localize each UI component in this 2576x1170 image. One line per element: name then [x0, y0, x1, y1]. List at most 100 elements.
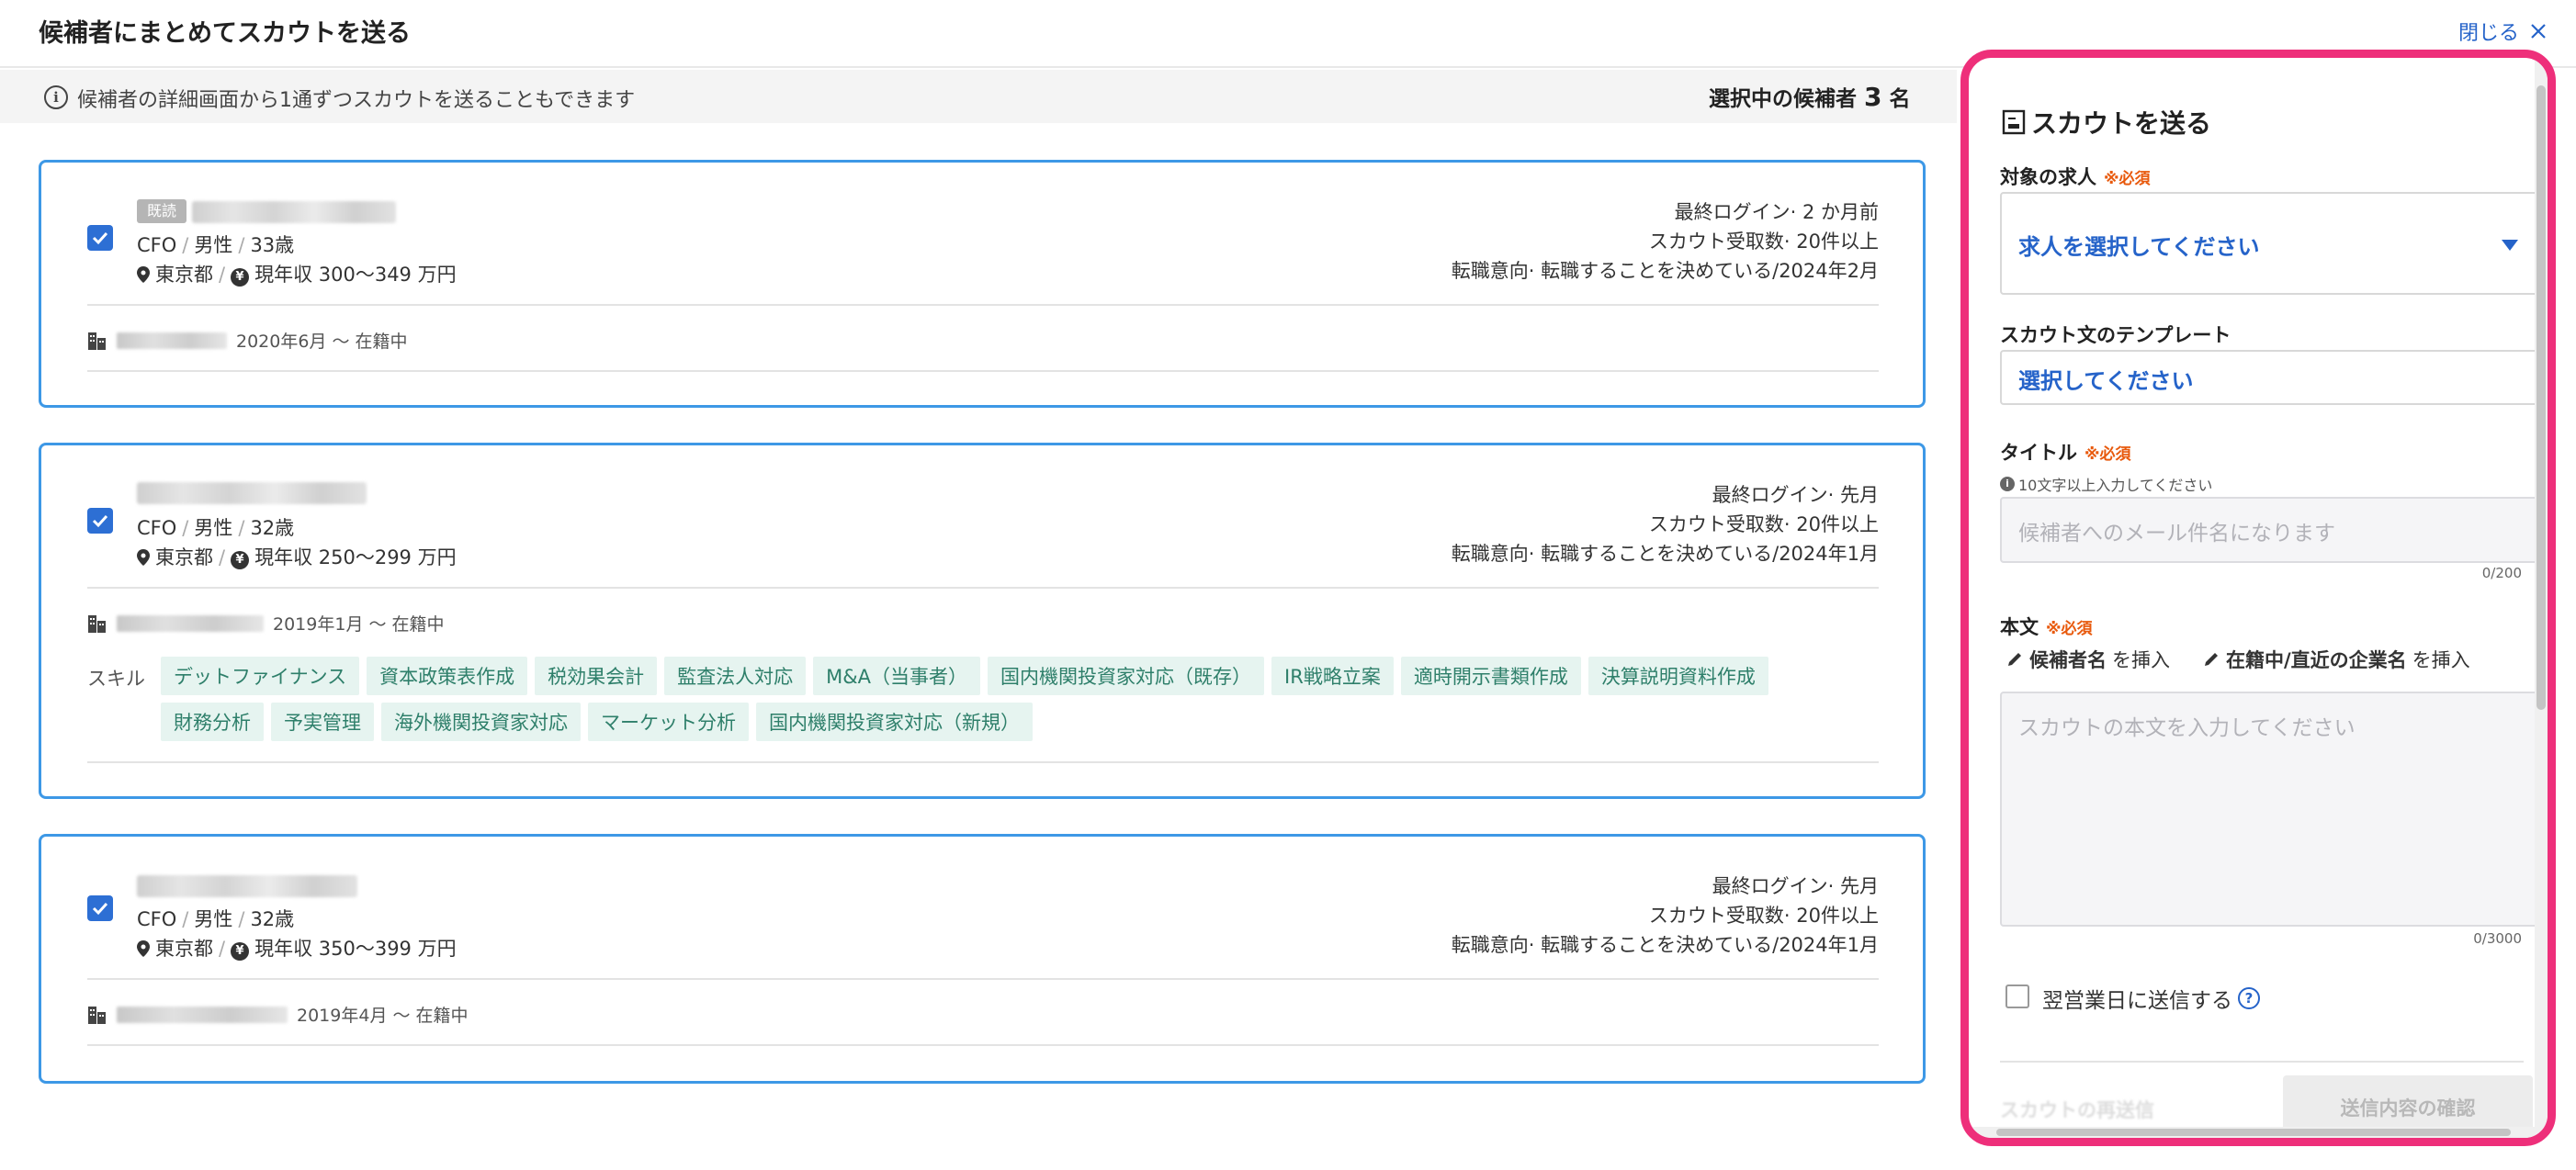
panel-horizontal-scrollbar[interactable] [1969, 1127, 2548, 1138]
read-badge: 既読 [137, 199, 186, 223]
info-bar: i 候補者の詳細画面から1通ずつスカウトを送ることもできます [0, 70, 1957, 123]
selected-suffix: 名 [1889, 87, 1911, 111]
divider [87, 370, 1879, 372]
info-icon: i [44, 85, 68, 109]
template-select-placeholder: 選択してください [2018, 368, 2194, 394]
skill-tag: M&A（当事者） [813, 657, 981, 695]
yen-icon: ¥ [231, 268, 250, 287]
caret-down-icon [2502, 240, 2518, 251]
candidate-checkbox[interactable] [87, 225, 113, 251]
company-period: 2019年1月 〜 在籍中 [273, 614, 445, 635]
candidate-checkbox[interactable] [87, 895, 113, 921]
selected-prefix: 選択中の候補者 [1709, 87, 1857, 111]
close-label: 閉じる [2457, 22, 2519, 45]
panel-title: スカウトを送る [2002, 104, 2211, 141]
template-select[interactable]: 選択してください [2000, 350, 2548, 405]
skill-tag: 財務分析 [161, 703, 264, 741]
candidate-name[interactable] [137, 875, 357, 897]
last-login: 最終ログイン· 先月 [1712, 875, 1879, 897]
candidate-name[interactable] [192, 201, 396, 223]
candidate-checkbox[interactable] [87, 508, 113, 534]
divider [87, 587, 1879, 589]
skill-tag: 資本政策表作成 [367, 657, 528, 695]
close-icon [2531, 24, 2546, 39]
panel-vertical-scrollbar[interactable] [2535, 58, 2548, 1138]
company-period: 2019年4月 〜 在籍中 [297, 1006, 469, 1026]
selected-number: 3 [1864, 82, 1882, 112]
candidate-meta: 最終ログイン· 2 か月前 スカウト受取数· 20件以上 転職意向· 転職するこ… [1452, 197, 1879, 286]
checkbox-checked-icon [92, 231, 108, 245]
building-icon [88, 614, 106, 633]
job-intent: 転職意向· 転職することを決めている/2024年1月 [1451, 543, 1879, 565]
company-name [117, 614, 264, 632]
close-button[interactable]: 閉じる [2458, 17, 2548, 46]
candidate-location-salary: 東京都 / ¥ 現年収 350〜399 万円 [137, 934, 457, 962]
candidate-name[interactable] [137, 482, 367, 504]
divider [87, 978, 1879, 980]
skill-tag: 税効果会計 [535, 657, 658, 695]
skills-list: デットファイナンス 資本政策表作成 税効果会計 監査法人対応 M&A（当事者） 国内機関投… [161, 657, 1870, 741]
company-row: 2020年6月 〜 在籍中 [87, 328, 408, 353]
scroll-thumb[interactable] [1996, 1129, 2511, 1136]
required-mark: ※必須 [2046, 620, 2093, 638]
skills-label: スキル [87, 668, 145, 690]
yen-icon: ¥ [231, 942, 250, 961]
candidate-profile: CFO / 男性/32歳 [137, 908, 295, 930]
candidate-meta: 最終ログイン· 先月 スカウト受取数· 20件以上 転職意向· 転職することを決… [1452, 872, 1879, 960]
divider [87, 1044, 1879, 1046]
location-pin-icon [137, 266, 150, 283]
insert-candidate-name-button[interactable]: 候補者名 を挿入 [2005, 646, 2170, 673]
info-icon: i [2000, 477, 2015, 491]
required-mark: ※必須 [2104, 170, 2151, 188]
next-day-label: 翌営業日に送信する ? [2042, 983, 2260, 1014]
template-label: スカウト文のテンプレート [2000, 324, 2231, 346]
info-text: 候補者の詳細画面から1通ずつスカウトを送ることもできます [77, 89, 636, 112]
skill-tag: 監査法人対応 [664, 657, 807, 695]
divider [2000, 1061, 2524, 1063]
scout-panel: スカウトを送る 対象の求人 ※必須 求人を選択してください スカウト文のテンプレー… [1960, 50, 2556, 1146]
location-pin-icon [137, 940, 150, 957]
skill-tag: 国内機関投資家対応（既存） [988, 657, 1265, 695]
scout-count: スカウト受取数· 20件以上 [1648, 905, 1879, 927]
title-label: タイトル ※必須 [2000, 442, 2131, 464]
title-input[interactable]: 候補者へのメール件名になります [2000, 497, 2538, 563]
company-name [117, 332, 227, 349]
body-label: 本文 ※必須 [2000, 616, 2093, 638]
candidate-card: 既読 CFO / 男性/33歳 東京都 / ¥ 現年収 300〜349 万円 最終ログイン… [39, 160, 1926, 408]
job-select[interactable]: 求人を選択してください [2000, 192, 2538, 295]
checkbox-checked-icon [92, 902, 108, 916]
candidate-meta: 最終ログイン· 先月 スカウト受取数· 20件以上 転職意向· 転職することを決… [1452, 480, 1879, 568]
required-mark: ※必須 [2085, 445, 2131, 464]
pencil-icon [2205, 653, 2218, 666]
skill-tag: 予実管理 [271, 703, 374, 741]
candidate-profile: CFO / 男性/33歳 [137, 234, 295, 256]
title-hint: i 10文字以上入力してください [2000, 473, 2212, 495]
company-row: 2019年4月 〜 在籍中 [87, 1002, 469, 1027]
candidate-card: CFO / 男性/32歳 東京都 / ¥ 現年収 250〜299 万円 最終ログイン· 先… [39, 443, 1926, 799]
divider [87, 761, 1879, 763]
resend-label: スカウトの再送信 [2000, 1099, 2154, 1121]
insert-company-name-button[interactable]: 在籍中/直近の企業名 を挿入 [2202, 646, 2470, 673]
location-pin-icon [137, 549, 150, 566]
body-textarea[interactable]: スカウトの本文を入力してください [2000, 692, 2538, 927]
candidate-profile: CFO / 男性/32歳 [137, 517, 295, 539]
skill-tag: 国内機関投資家対応（新規） [756, 703, 1033, 741]
scroll-thumb[interactable] [2536, 85, 2546, 710]
selected-count: 選択中の候補者 3 名 [1709, 81, 1911, 112]
company-name [117, 1006, 288, 1023]
divider [87, 304, 1879, 306]
help-icon[interactable]: ? [2238, 987, 2260, 1009]
skill-tag: 決算説明資料作成 [1587, 657, 1768, 695]
skill-tag: 海外機関投資家対応 [381, 703, 581, 741]
company-period: 2020年6月 〜 在籍中 [236, 332, 408, 352]
next-day-checkbox[interactable] [2005, 984, 2029, 1008]
job-intent: 転職意向· 転職することを決めている/2024年1月 [1451, 934, 1879, 956]
title-counter: 0/200 [2481, 565, 2522, 581]
pencil-icon [2008, 653, 2021, 666]
skill-tag: デットファイナンス [161, 657, 360, 695]
job-select-placeholder: 求人を選択してください [2018, 234, 2260, 260]
skill-tag: 適時開示書類作成 [1400, 657, 1581, 695]
job-label: 対象の求人 ※必須 [2000, 166, 2151, 188]
candidate-location-salary: 東京都 / ¥ 現年収 250〜299 万円 [137, 543, 457, 570]
skill-tag: マーケット分析 [588, 703, 749, 741]
